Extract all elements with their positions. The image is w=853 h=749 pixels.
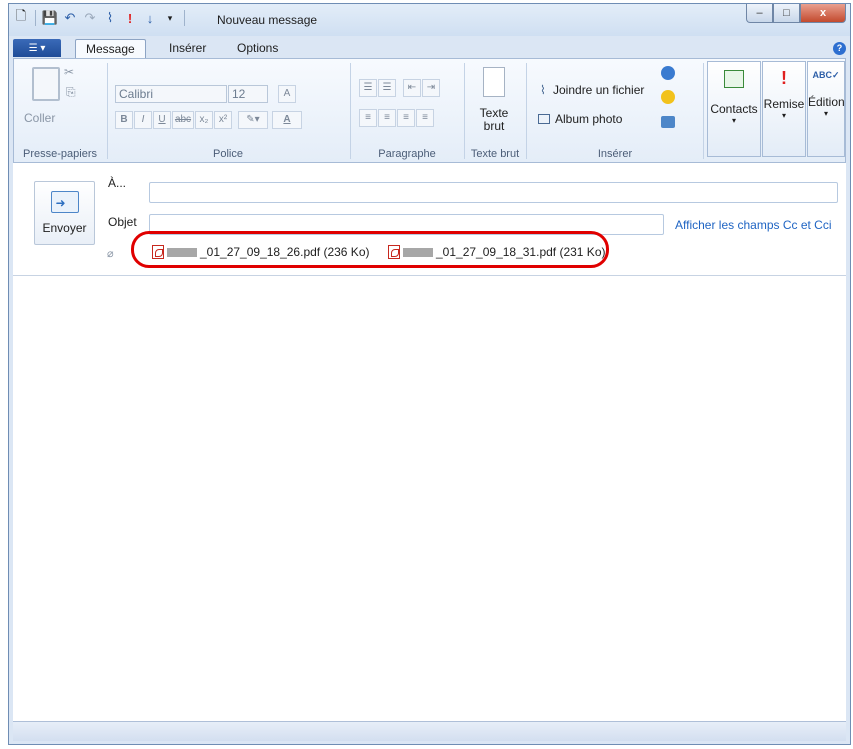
- align-right-icon[interactable]: ≡: [397, 109, 415, 127]
- superscript-button[interactable]: x²: [214, 111, 232, 129]
- numbered-list-icon[interactable]: ☰: [378, 79, 396, 97]
- remise-button[interactable]: ! Remise ▾: [762, 61, 806, 157]
- bold-button[interactable]: B: [115, 111, 133, 129]
- send-label: Envoyer: [42, 221, 87, 235]
- group-label-insert: Insérer: [597, 148, 633, 160]
- attach-file-button[interactable]: Joindre un fichier: [553, 83, 644, 97]
- quick-access-toolbar: 🗋 💾 ↶ ↷ ⌇ ! ↓ ▾: [13, 8, 187, 26]
- edition-label: Édition: [808, 95, 845, 109]
- bullet-list-icon[interactable]: ☰: [359, 79, 377, 97]
- spellcheck-icon: ABC✓: [812, 70, 840, 80]
- help-icon[interactable]: ?: [833, 42, 846, 55]
- align-left-icon[interactable]: ≡: [359, 109, 377, 127]
- customize-qat-icon[interactable]: ▾: [162, 10, 178, 26]
- save-icon[interactable]: 💾: [42, 10, 58, 26]
- priority-icon: !: [781, 68, 787, 88]
- font-size-select[interactable]: 12: [228, 85, 268, 103]
- align-center-icon[interactable]: ≡: [378, 109, 396, 127]
- album-icon: [538, 114, 550, 124]
- contacts-icon: [724, 70, 744, 88]
- chevron-down-icon: ▾: [731, 116, 736, 125]
- low-priority-icon[interactable]: ↓: [142, 10, 158, 26]
- redo-icon[interactable]: ↷: [82, 10, 98, 26]
- group-label-clipboard: Presse-papiers: [23, 148, 97, 160]
- maximize-button[interactable]: □: [773, 4, 800, 23]
- to-label[interactable]: À...: [108, 176, 126, 190]
- minimize-button[interactable]: –: [746, 4, 773, 23]
- tab-message[interactable]: Message: [75, 39, 146, 59]
- increase-indent-icon[interactable]: ⇥: [422, 79, 440, 97]
- attachments-highlight: [131, 231, 609, 268]
- send-button[interactable]: ➜ Envoyer: [34, 181, 95, 245]
- close-button[interactable]: x: [800, 4, 846, 23]
- contacts-label: Contacts: [710, 102, 758, 116]
- paste-icon[interactable]: [32, 67, 60, 101]
- ribbon: ✂ ⎘ Coller Presse-papiers Calibri 12 A B…: [13, 58, 846, 163]
- justify-icon[interactable]: ≡: [416, 109, 434, 127]
- chevron-down-icon: ▾: [781, 111, 786, 120]
- grow-font-icon[interactable]: A: [278, 85, 296, 103]
- window-title: Nouveau message: [217, 13, 318, 27]
- contacts-button[interactable]: Contacts ▾: [707, 61, 761, 157]
- app-menu-button[interactable]: ☰ ▾: [13, 39, 61, 57]
- signature-icon[interactable]: [661, 116, 675, 128]
- copy-icon[interactable]: ⎘: [66, 85, 76, 100]
- emoticon-icon[interactable]: [661, 90, 675, 104]
- cut-icon[interactable]: ✂: [64, 65, 74, 79]
- message-body[interactable]: [13, 275, 846, 721]
- plain-text-icon[interactable]: [483, 67, 505, 97]
- title-bar: 🗋 💾 ↶ ↷ ⌇ ! ↓ ▾ Nouveau message – □ x: [9, 4, 850, 36]
- paperclip-icon[interactable]: ⌇: [102, 10, 118, 26]
- photo-album-button[interactable]: Album photo: [555, 112, 622, 126]
- italic-button[interactable]: I: [134, 111, 152, 129]
- font-name-select[interactable]: Calibri: [115, 85, 227, 103]
- tab-inserer[interactable]: Insérer: [159, 39, 216, 58]
- group-label-font: Police: [213, 148, 243, 160]
- edition-button[interactable]: ABC✓ Édition ▾: [807, 61, 845, 157]
- status-bar: [13, 721, 846, 741]
- high-priority-icon[interactable]: !: [122, 10, 138, 26]
- decrease-indent-icon[interactable]: ⇤: [403, 79, 421, 97]
- strikethrough-button[interactable]: abc: [172, 111, 194, 129]
- web-link-icon[interactable]: [661, 66, 675, 80]
- paste-label[interactable]: Coller: [24, 111, 55, 125]
- undo-icon[interactable]: ↶: [62, 10, 78, 26]
- highlight-icon[interactable]: ✎▾: [238, 111, 268, 129]
- subscript-button[interactable]: x₂: [195, 111, 213, 129]
- paperclip-icon: ⌀: [107, 248, 114, 260]
- window-controls: – □ x: [746, 4, 846, 23]
- remise-label: Remise: [763, 97, 805, 111]
- to-field[interactable]: [149, 182, 838, 203]
- show-cc-bcc-link[interactable]: Afficher les champs Cc et Cci: [675, 218, 832, 232]
- send-icon: ➜: [50, 191, 79, 213]
- font-color-button[interactable]: A: [272, 111, 302, 129]
- subject-label: Objet: [108, 215, 137, 229]
- group-label-plaintext: Texte brut: [470, 148, 520, 160]
- attach-icon: ⌇: [540, 83, 546, 97]
- ribbon-tab-bar: ☰ ▾ Message Insérer Options ?: [9, 36, 850, 59]
- underline-button[interactable]: U: [153, 111, 171, 129]
- mail-window: 🗋 💾 ↶ ↷ ⌇ ! ↓ ▾ Nouveau message – □ x ☰ …: [8, 3, 851, 745]
- new-doc-icon[interactable]: 🗋: [13, 8, 29, 26]
- tab-options[interactable]: Options: [227, 39, 288, 58]
- group-label-paragraph: Paragraphe: [378, 148, 436, 160]
- chevron-down-icon: ▾: [823, 109, 828, 118]
- plain-text-button[interactable]: Texte brut: [472, 107, 516, 133]
